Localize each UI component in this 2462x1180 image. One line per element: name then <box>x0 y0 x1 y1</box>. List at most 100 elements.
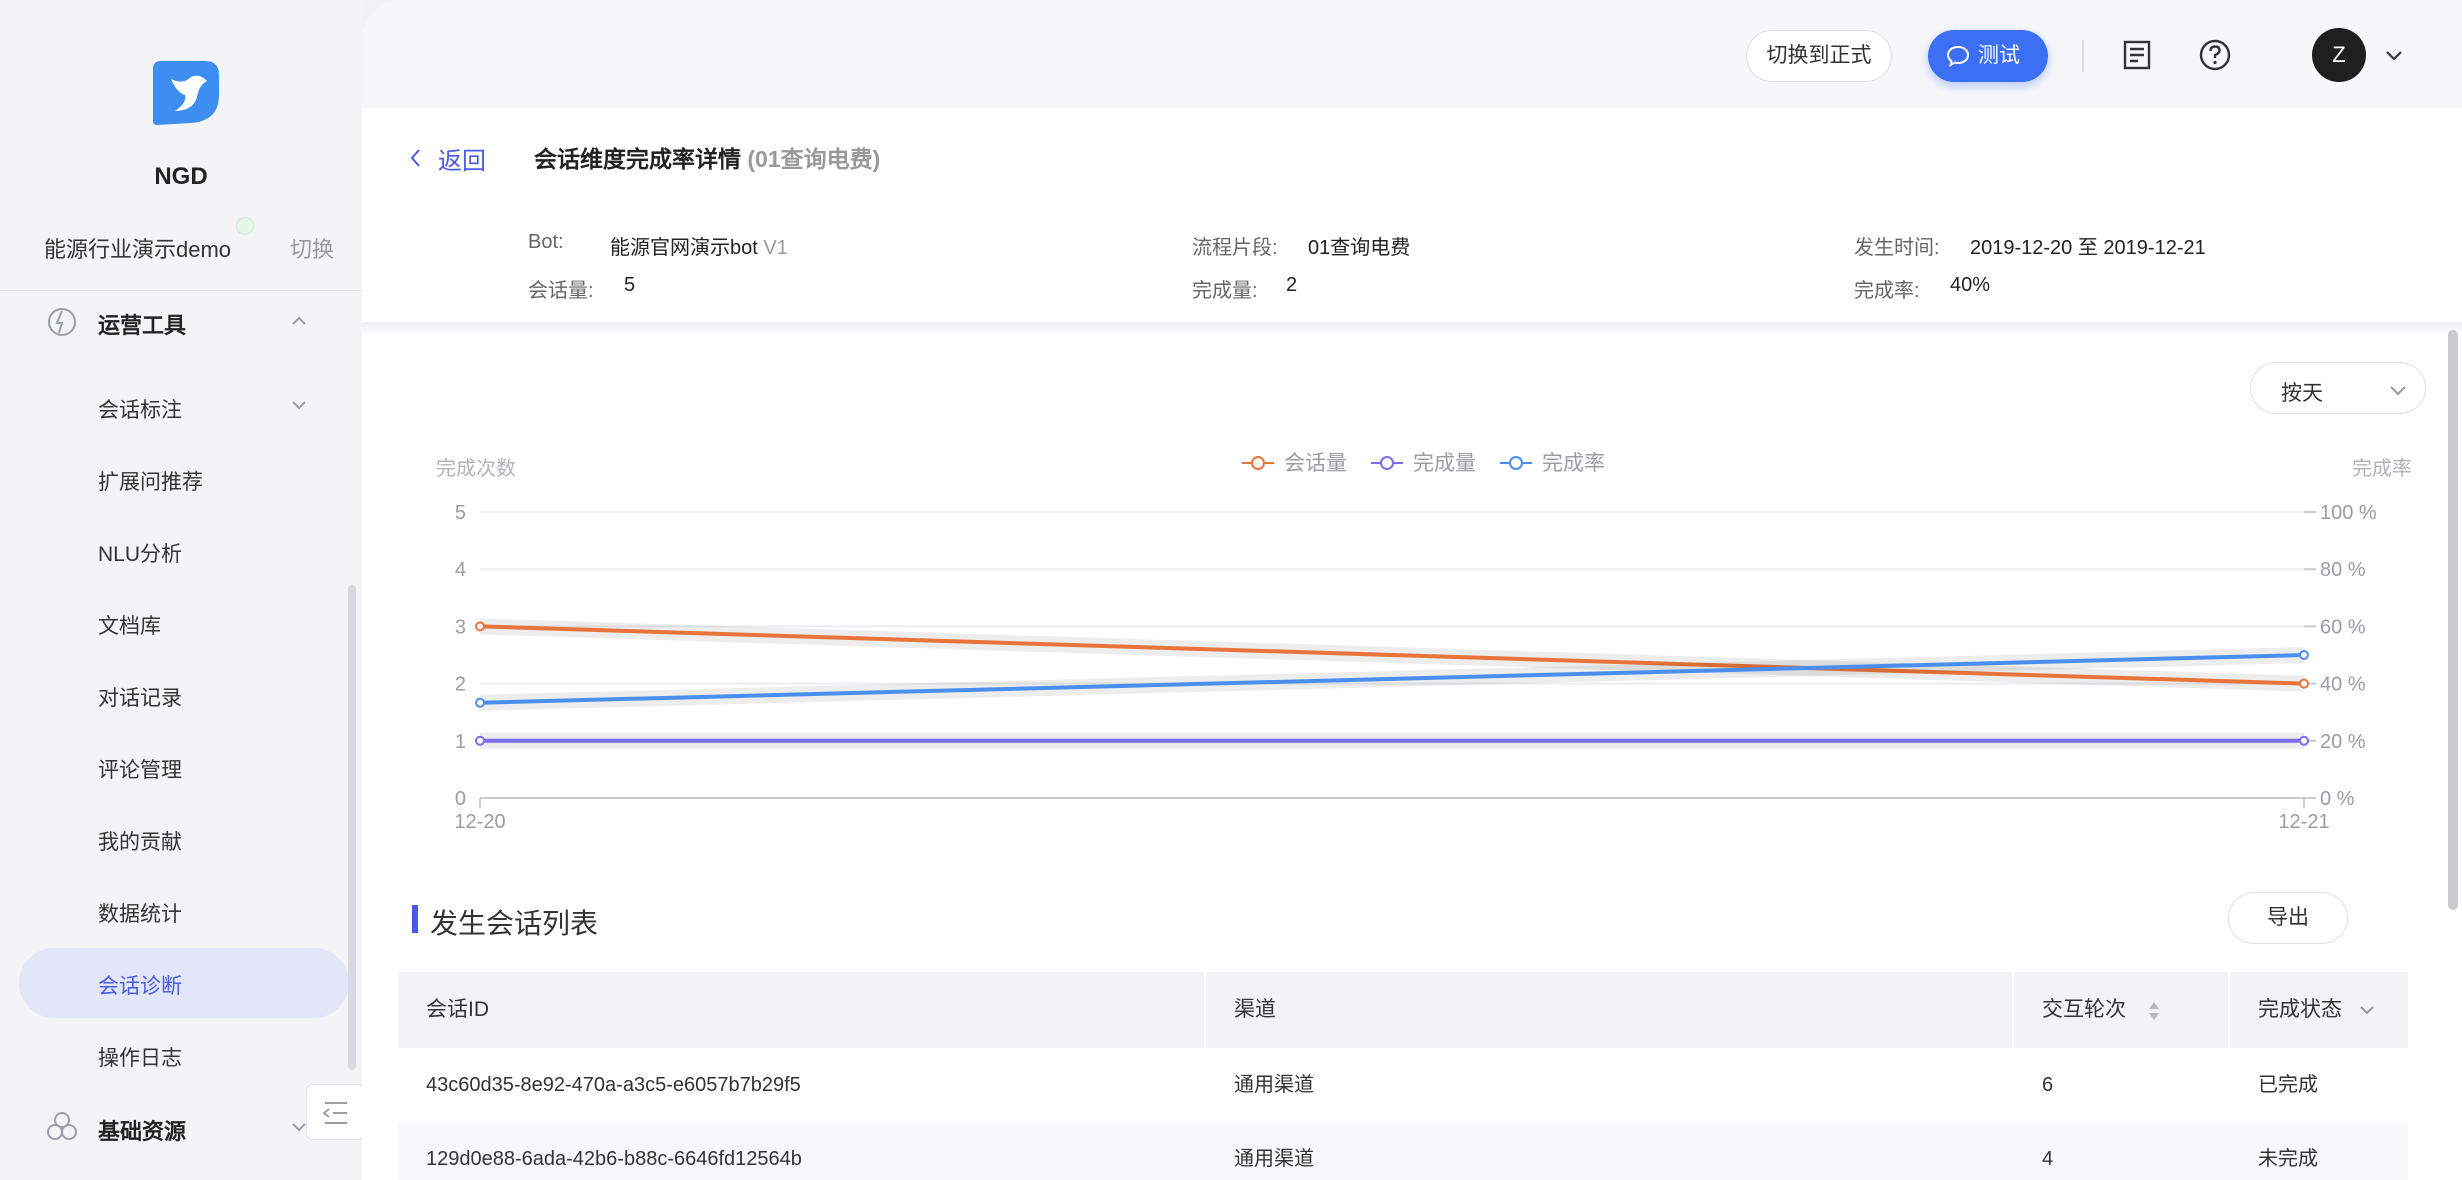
cell-channel: 通用渠道 <box>1234 1074 1314 1096</box>
series-point <box>2299 678 2309 689</box>
y-tick-label-right: 60 % <box>2320 616 2366 638</box>
operations-tool-icon <box>48 308 76 336</box>
switch-to-production-button[interactable]: 切换到正式 <box>1746 30 1892 82</box>
export-button[interactable]: 导出 <box>2228 892 2348 944</box>
y-tick-label-left: 2 <box>455 674 466 696</box>
sidebar-item-nlu-analysis[interactable]: NLU分析 <box>98 538 182 568</box>
y-axis-title-left: 完成次数 <box>436 457 516 480</box>
back-label: 返回 <box>438 148 486 175</box>
chevron-left-icon <box>410 149 420 167</box>
workspace-switch-link[interactable]: 切换 <box>290 232 334 264</box>
y-tick-label-left: 3 <box>455 616 466 638</box>
collapse-sidebar-button[interactable] <box>306 1084 364 1140</box>
column-session-id[interactable]: 会话ID <box>398 972 1204 1048</box>
toolbar-divider <box>2082 40 2084 72</box>
completed-value: 2 <box>1286 274 1298 296</box>
legend-marker <box>1251 456 1265 470</box>
base-resources-icon <box>47 1112 77 1140</box>
sidebar-group-operations[interactable]: 运营工具 <box>98 308 186 340</box>
chat-bubble-icon <box>1946 45 1970 67</box>
sidebar-group-base-resources[interactable]: 基础资源 <box>98 1114 186 1146</box>
y-tick-label-left: 4 <box>455 559 466 581</box>
chevron-up-icon[interactable] <box>288 310 310 332</box>
time-value: 2019-12-20 至 2019-12-21 <box>1970 237 2206 259</box>
chevron-down-icon[interactable] <box>2384 45 2404 65</box>
sidebar-item-session-diagnosis[interactable]: 会话诊断 <box>98 970 182 1000</box>
chevron-down-icon[interactable] <box>290 396 308 414</box>
cell-session-id[interactable]: 43c60d35-8e92-470a-a3c5-e6057b7b29f5 <box>398 1048 801 1122</box>
sidebar-item-comment-management[interactable]: 评论管理 <box>98 754 182 784</box>
sidebar-item-document-library[interactable]: 文档库 <box>98 610 161 640</box>
session-list-title: 发生会话列表 <box>430 908 599 939</box>
sidebar-item-dialog-records[interactable]: 对话记录 <box>98 682 182 712</box>
column-status-label: 完成状态 <box>2258 998 2342 1021</box>
user-avatar[interactable]: Z <box>2312 28 2366 82</box>
series-point <box>475 735 485 746</box>
cell-status: 未完成 <box>2258 1148 2318 1170</box>
header-shadow <box>362 322 2462 336</box>
bot-value: 能源官网演示bot V1 <box>610 231 788 260</box>
series-point <box>475 621 485 632</box>
sessions-value: 5 <box>624 274 636 296</box>
cell-session-id[interactable]: 129d0e88-6ada-42b6-b88c-6646fd12564b <box>398 1122 802 1180</box>
workspace-status-icon <box>236 217 254 235</box>
series-point <box>475 697 485 708</box>
bot-name: 能源官网演示bot <box>610 237 758 259</box>
sidebar-item-data-statistics[interactable]: 数据统计 <box>98 898 182 928</box>
legend-marker <box>1380 456 1394 470</box>
sidebar: NGD 能源行业演示demo 切换 运营工具 会话标注 扩展问推荐 NLU分析 … <box>0 0 364 1180</box>
cell-channel: 通用渠道 <box>1234 1148 1314 1170</box>
column-rounds-label: 交互轮次 <box>2042 998 2126 1021</box>
y-tick-label-right: 20 % <box>2320 731 2366 753</box>
y-axis-title-right: 完成率 <box>2352 457 2412 480</box>
column-channel[interactable]: 渠道 <box>1206 972 2012 1048</box>
legend-marker <box>1509 456 1523 470</box>
column-rounds[interactable]: 交互轮次 <box>2014 972 2228 1048</box>
legend-label: 完成率 <box>1542 452 1605 475</box>
table-row[interactable]: 129d0e88-6ada-42b6-b88c-6646fd12564b 通用渠… <box>398 1122 2408 1180</box>
workspace-name: 能源行业演示demo <box>44 237 232 262</box>
test-button[interactable]: 测试 <box>1928 30 2048 82</box>
top-bar: 切换到正式 测试 Z <box>362 0 2462 108</box>
main-panel: 切换到正式 测试 Z 返回 会话维度完成率详情 (01查询电费) Bot: 能源… <box>362 0 2462 1180</box>
sessions-label: 会话量: <box>528 280 594 302</box>
column-status[interactable]: 完成状态 <box>2230 972 2408 1048</box>
filter-chevron-icon[interactable] <box>2358 999 2376 1021</box>
sidebar-divider <box>0 290 362 291</box>
brand-logo-icon <box>153 61 219 125</box>
y-tick-label-left: 5 <box>455 502 466 524</box>
cell-status: 已完成 <box>2258 1074 2318 1096</box>
granularity-select-value: 按天 <box>2281 382 2323 405</box>
help-icon[interactable] <box>2198 38 2232 72</box>
rate-label: 完成率: <box>1854 280 1920 302</box>
sidebar-scrollbar[interactable] <box>348 585 356 1070</box>
bot-label: Bot: <box>528 231 564 253</box>
completed-label: 完成量: <box>1192 280 1258 302</box>
page-title-main: 会话维度完成率详情 <box>534 146 741 172</box>
x-tick-label: 12-21 <box>2278 811 2329 833</box>
y-tick-label-right: 0 % <box>2320 788 2355 810</box>
y-tick-label-right: 100 % <box>2320 502 2377 524</box>
completion-line-chart: 完成次数 完成率 0 1 2 3 4 5 0 % 20 % 40 % 60 % 80 % 100 % 12-… <box>436 452 2412 833</box>
sidebar-item-my-contribution[interactable]: 我的贡献 <box>98 826 182 856</box>
sidebar-item-extended-question[interactable]: 扩展问推荐 <box>98 466 203 496</box>
cell-rounds: 4 <box>2042 1148 2054 1170</box>
y-tick-label-left: 1 <box>455 731 466 753</box>
y-tick-label-left: 0 <box>455 788 466 810</box>
legend-label: 会话量 <box>1284 452 1347 475</box>
segment-value: 01查询电费 <box>1308 237 1411 259</box>
rate-value: 40% <box>1950 274 1991 296</box>
granularity-select[interactable]: 按天 <box>2250 362 2426 414</box>
legend-label: 完成量 <box>1413 452 1476 475</box>
chevron-down-icon <box>2390 386 2406 396</box>
table-header: 会话ID 渠道 交互轮次 完成状态 <box>398 972 2408 1048</box>
section-accent-bar <box>412 905 418 933</box>
sort-icon[interactable] <box>2146 999 2162 1023</box>
document-icon[interactable] <box>2120 38 2154 72</box>
series-point <box>2299 735 2309 746</box>
test-button-label: 测试 <box>1978 44 2020 67</box>
table-row[interactable]: 43c60d35-8e92-470a-a3c5-e6057b7b29f5 通用渠… <box>398 1048 2408 1122</box>
sidebar-item-session-annotation[interactable]: 会话标注 <box>98 394 182 424</box>
sidebar-item-operation-log[interactable]: 操作日志 <box>98 1042 182 1072</box>
y-tick-label-right: 80 % <box>2320 559 2366 581</box>
